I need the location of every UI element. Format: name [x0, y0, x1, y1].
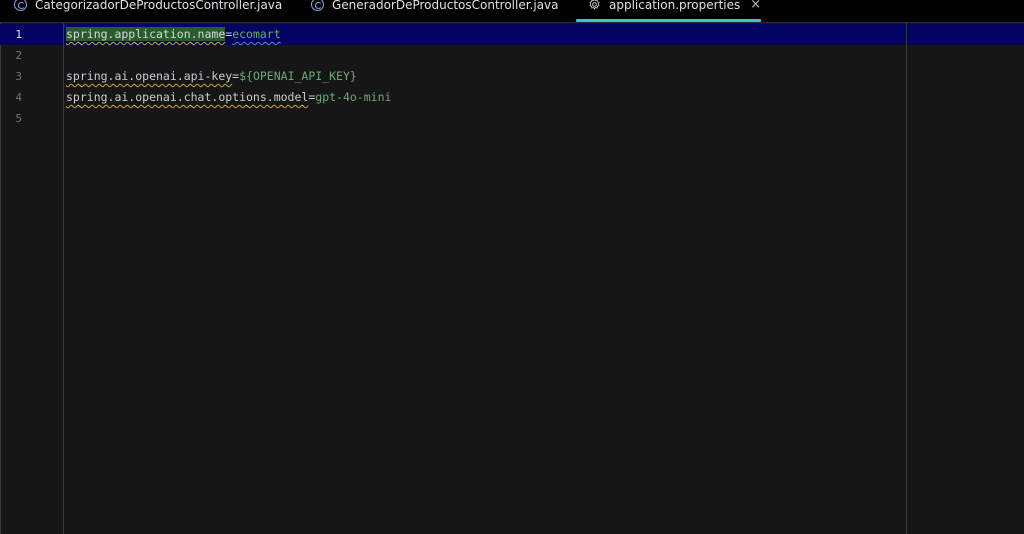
line-number: 5: [15, 112, 22, 125]
property-key: spring.application.name: [66, 27, 226, 41]
property-value: ecomart: [232, 27, 281, 41]
gear-icon: [589, 0, 600, 10]
class-icon: [311, 0, 324, 11]
editor-line[interactable]: 5: [0, 108, 1024, 129]
gutter-separator: [63, 23, 64, 534]
editor-tab-bar: CategorizadorDeProductosController.java …: [0, 0, 1024, 23]
close-tab-icon[interactable]: ×: [750, 0, 761, 11]
editor-line[interactable]: 3 spring.ai.openai.api-key=${OPENAI_API_…: [0, 66, 1024, 87]
code-editor[interactable]: 1 spring.application.name=ecomart 2 3 sp…: [0, 23, 1024, 534]
tab-categorizador-controller[interactable]: CategorizadorDeProductosController.java: [14, 0, 282, 23]
class-icon: [14, 0, 27, 11]
tab-label: CategorizadorDeProductosController.java: [35, 0, 283, 12]
property-value: gpt-4o-mini: [315, 90, 392, 104]
line-number: 1: [15, 28, 22, 41]
line-number: 3: [15, 70, 22, 83]
editor-line[interactable]: 4 spring.ai.openai.chat.options.model=gp…: [0, 87, 1024, 108]
property-value: ${OPENAI_API_KEY}: [239, 69, 357, 83]
tab-label: GeneradorDeProductosController.java: [332, 0, 559, 12]
line-code[interactable]: spring.ai.openai.api-key=${OPENAI_API_KE…: [66, 66, 357, 87]
active-tab-indicator: [576, 19, 761, 22]
line-code[interactable]: spring.application.name=ecomart: [66, 24, 281, 45]
line-number: 4: [15, 91, 22, 104]
line-number: 2: [15, 49, 22, 62]
editor-line[interactable]: 1 spring.application.name=ecomart: [0, 24, 1024, 45]
editor-line[interactable]: 2: [0, 45, 1024, 66]
line-code[interactable]: spring.ai.openai.chat.options.model=gpt-…: [66, 87, 391, 108]
property-key: spring.ai.openai.api-key: [66, 69, 233, 83]
tab-generador-controller[interactable]: GeneradorDeProductosController.java: [311, 0, 559, 23]
tab-label: application.properties: [609, 0, 741, 12]
right-margin-guide: [906, 23, 907, 534]
property-key: spring.ai.openai.chat.options.model: [66, 90, 309, 104]
